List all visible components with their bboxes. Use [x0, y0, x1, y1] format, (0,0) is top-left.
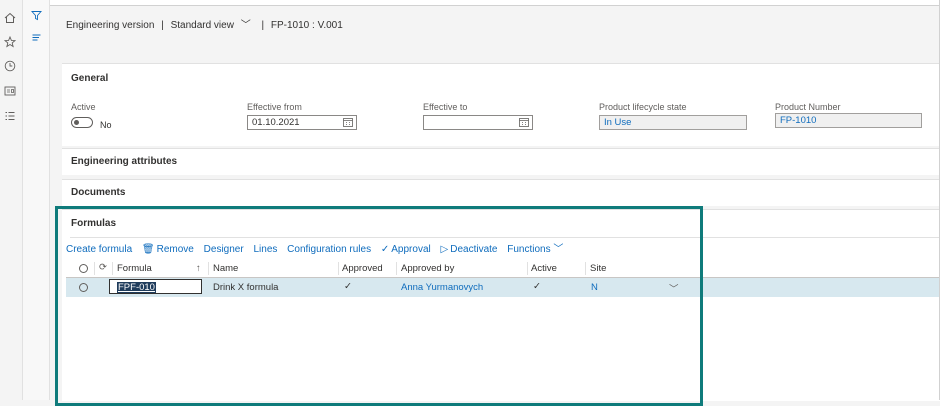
- deactivate-button[interactable]: ▷ Deactivate: [441, 244, 498, 255]
- action-rail: [23, 0, 50, 400]
- breadcrumb: Engineering version | Standard view ﹀ | …: [66, 16, 347, 31]
- product-number-value: FP-1010: [780, 115, 817, 126]
- active-check-icon: ✓: [533, 281, 541, 292]
- active-label: Active: [71, 102, 96, 112]
- approved-by-link[interactable]: Anna Yurmanovych: [401, 282, 483, 293]
- active-toggle[interactable]: [71, 117, 93, 128]
- filter-icon[interactable]: [28, 10, 44, 26]
- documents-section: Documents: [62, 179, 940, 206]
- chevron-down-icon: ﹀: [550, 244, 564, 255]
- star-icon[interactable]: [2, 35, 18, 52]
- formulas-action-bar: Create formula 🗑 Remove Designer Lines Co…: [66, 240, 570, 255]
- configuration-rules-button[interactable]: Configuration rules: [287, 244, 371, 255]
- chevron-down-icon[interactable]: ﹀: [669, 281, 679, 295]
- divider: [70, 237, 940, 238]
- formula-value[interactable]: FPF-010: [117, 282, 156, 293]
- check-icon: ✓: [380, 244, 390, 255]
- view-selector[interactable]: Standard view ﹀: [171, 20, 255, 31]
- approval-button[interactable]: ✓ Approval: [381, 244, 431, 255]
- lifecycle-state-label: Product lifecycle state: [599, 102, 687, 112]
- column-header-formula[interactable]: Formula: [117, 263, 152, 274]
- play-icon: ▷: [440, 244, 449, 255]
- create-formula-button[interactable]: Create formula: [66, 244, 132, 255]
- breadcrumb-record: FP-1010 : V.001: [270, 20, 343, 31]
- effective-to-field[interactable]: [423, 115, 533, 130]
- formulas-section: Formulas: [62, 209, 940, 401]
- effective-to-label: Effective to: [423, 102, 468, 112]
- hamburger-icon[interactable]: [28, 32, 44, 48]
- general-section-header[interactable]: General: [71, 73, 108, 84]
- approved-check-icon: ✓: [344, 281, 352, 292]
- effective-from-field[interactable]: 01.10.2021: [247, 115, 357, 130]
- functions-menu[interactable]: Functions ﹀: [507, 240, 563, 255]
- product-number-field[interactable]: FP-1010: [775, 113, 922, 128]
- designer-button[interactable]: Designer: [204, 244, 244, 255]
- approval-button-label: Approval: [391, 244, 431, 255]
- remove-button-label: Remove: [156, 244, 194, 255]
- list-icon[interactable]: [2, 110, 18, 126]
- breadcrumb-separator: |: [161, 20, 164, 31]
- chevron-down-icon: ﹀: [237, 20, 251, 31]
- column-separator: [208, 262, 209, 275]
- formulas-header[interactable]: Formulas: [71, 218, 116, 229]
- site-value[interactable]: N: [591, 282, 598, 293]
- calendar-icon[interactable]: [343, 117, 353, 127]
- column-header-active[interactable]: Active: [531, 263, 557, 274]
- home-icon[interactable]: [2, 12, 18, 28]
- engineering-attributes-header[interactable]: Engineering attributes: [71, 156, 177, 167]
- trash-icon: 🗑: [141, 244, 155, 255]
- formula-value-text: FPF-010: [117, 282, 156, 293]
- engineering-attributes-section: Engineering attributes: [62, 148, 940, 175]
- table-row[interactable]: FPF-010 Drink X formula ✓ Anna Yurmanovy…: [66, 278, 940, 297]
- column-separator: [338, 262, 339, 275]
- refresh-icon[interactable]: ⟳: [99, 262, 107, 273]
- navigation-rail: [0, 0, 23, 400]
- name-value: Drink X formula: [213, 282, 279, 293]
- sort-ascending-icon[interactable]: ↑: [196, 263, 201, 274]
- column-separator: [396, 262, 397, 275]
- column-separator: [94, 262, 95, 275]
- active-value: No: [100, 120, 112, 130]
- grid-header: ⟳ Formula ↑ Name Approved Approved by Ac…: [66, 260, 940, 278]
- column-separator: [112, 262, 113, 275]
- remove-button[interactable]: 🗑 Remove: [142, 244, 194, 255]
- functions-menu-label: Functions: [507, 244, 551, 255]
- effective-from-label: Effective from: [247, 102, 302, 112]
- lifecycle-state-value: In Use: [604, 117, 632, 128]
- column-header-approved[interactable]: Approved: [342, 263, 383, 274]
- column-separator: [527, 262, 528, 275]
- product-number-label: Product Number: [775, 102, 841, 112]
- column-header-name[interactable]: Name: [213, 263, 238, 274]
- calendar-icon[interactable]: [519, 117, 529, 127]
- main-content: Engineering version | Standard view ﹀ | …: [50, 6, 940, 401]
- row-select-radio[interactable]: [79, 283, 88, 292]
- column-header-approved-by[interactable]: Approved by: [401, 263, 454, 274]
- lines-button[interactable]: Lines: [253, 244, 277, 255]
- view-selector-label: Standard view: [170, 20, 234, 31]
- select-all-radio[interactable]: [79, 264, 88, 273]
- general-section: General Active No Effective from 01.10.2…: [62, 63, 940, 146]
- column-separator: [585, 262, 586, 275]
- effective-from-value: 01.10.2021: [252, 117, 300, 128]
- documents-header[interactable]: Documents: [71, 187, 125, 198]
- column-header-site[interactable]: Site: [590, 263, 606, 274]
- breadcrumb-title: Engineering version: [66, 20, 155, 31]
- deactivate-button-label: Deactivate: [450, 244, 498, 255]
- clock-icon[interactable]: [2, 60, 18, 76]
- dashboard-icon[interactable]: [2, 85, 18, 101]
- breadcrumb-separator: |: [261, 20, 265, 31]
- lifecycle-state-field[interactable]: In Use: [599, 115, 747, 130]
